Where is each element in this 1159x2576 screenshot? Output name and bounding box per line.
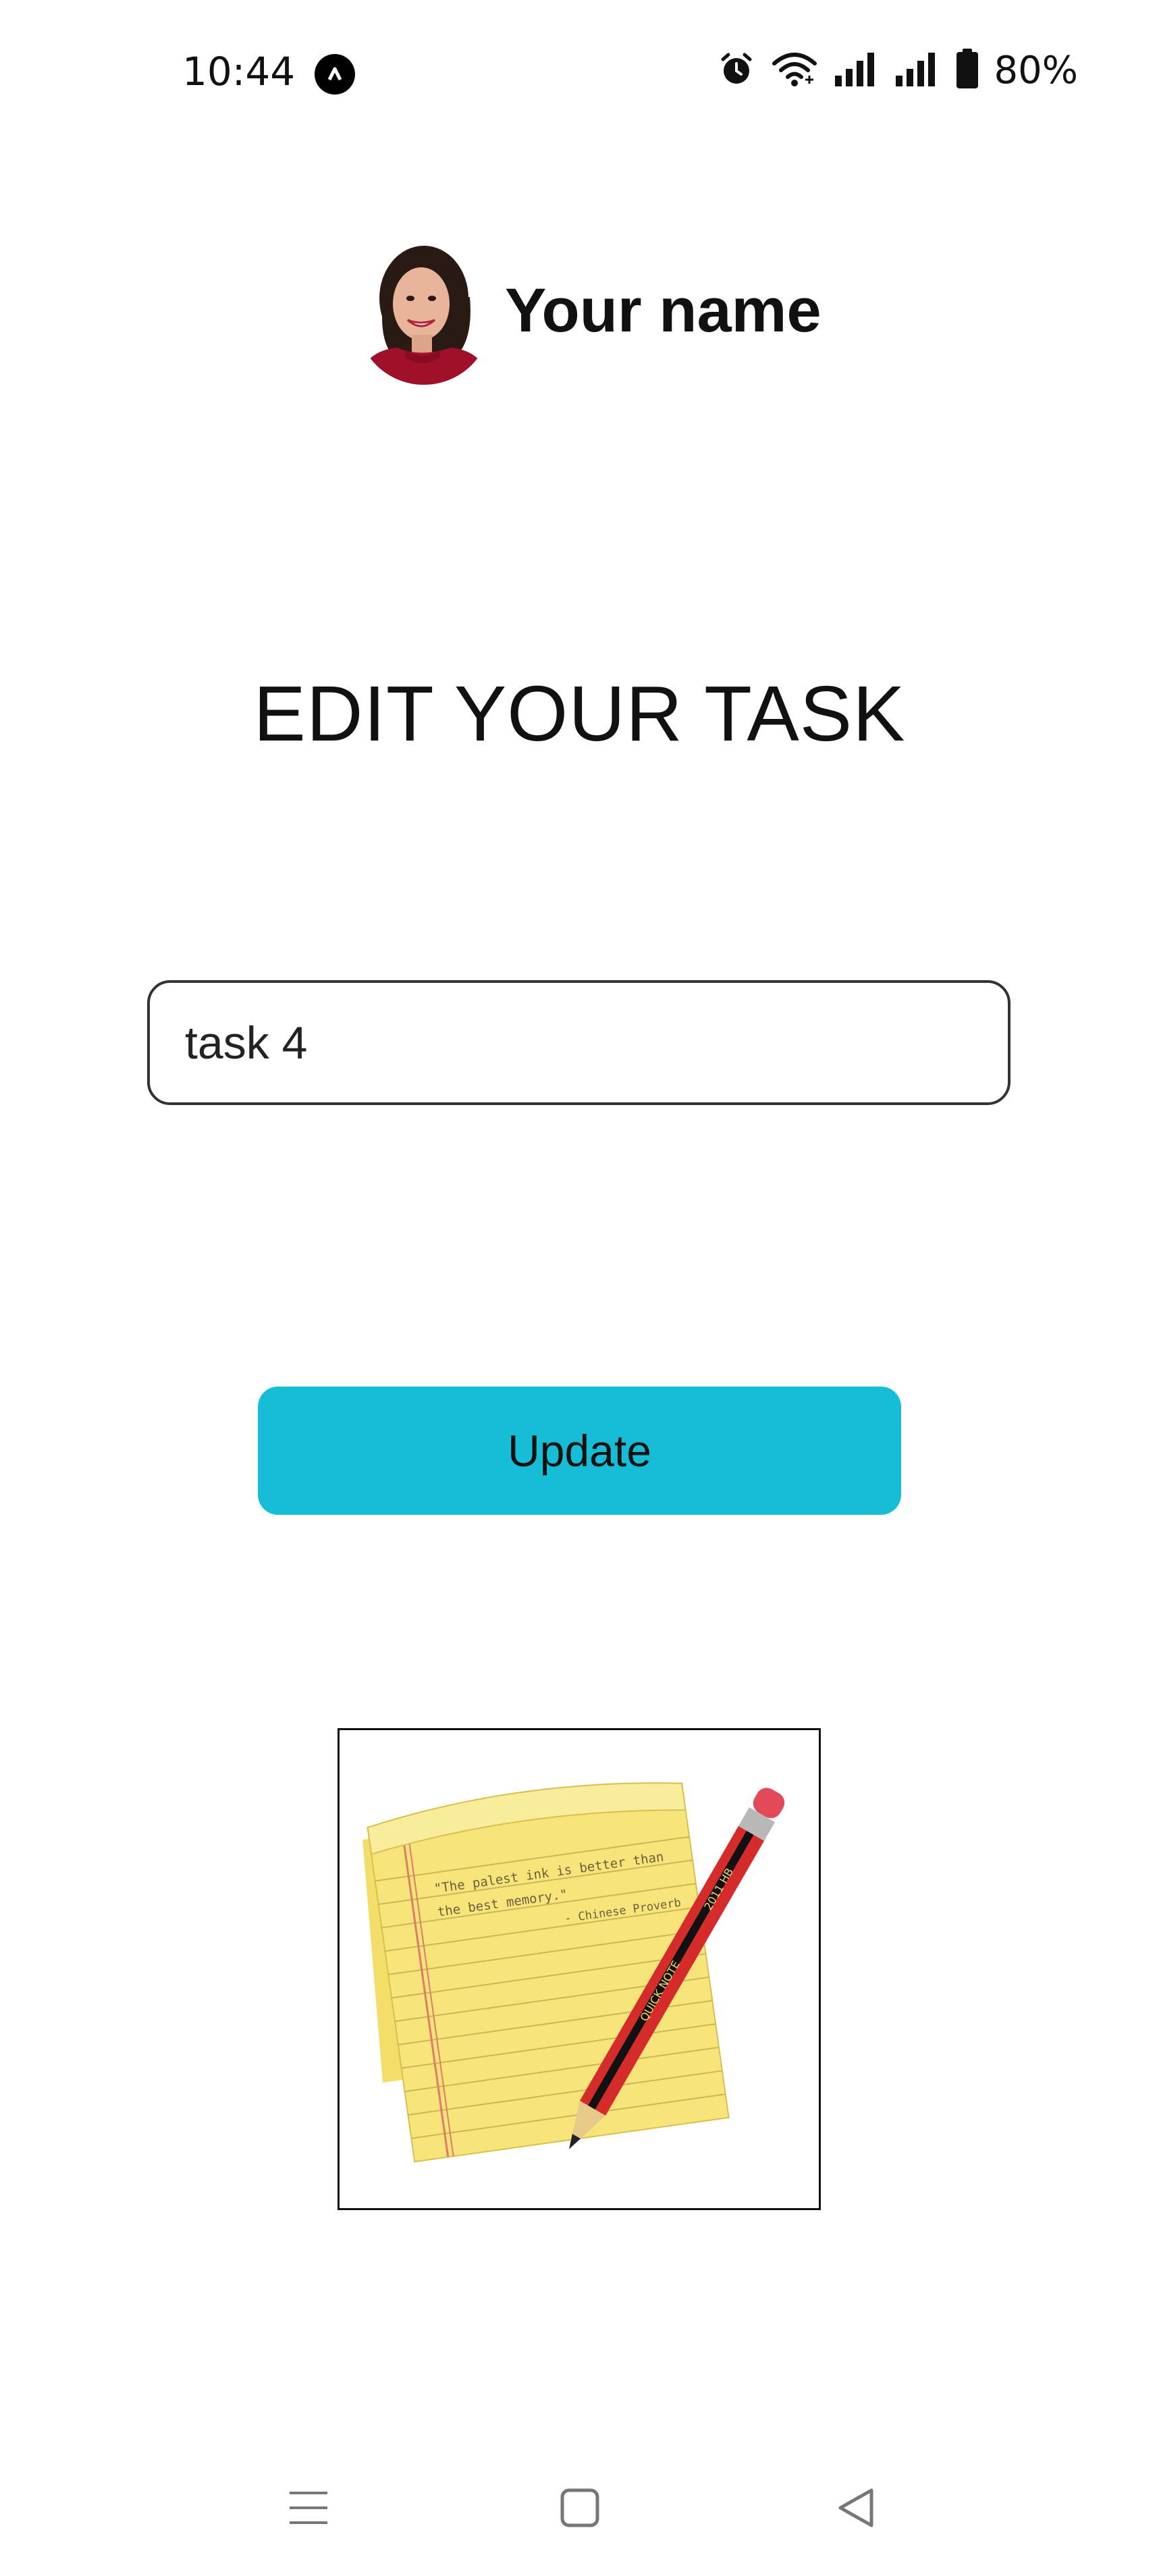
notepad-illustration: "The palest ink is better than the best …	[338, 1728, 821, 2210]
wifi-icon	[770, 50, 819, 91]
status-time: 10:44	[182, 49, 296, 95]
user-name: Your name	[505, 275, 821, 345]
signal-icon	[894, 50, 940, 91]
status-bar: 10:44 80%	[0, 0, 1159, 149]
update-button[interactable]: Update	[258, 1387, 901, 1515]
signal-icon	[834, 50, 880, 91]
task-input[interactable]	[147, 980, 1010, 1105]
app-badge-icon	[315, 54, 355, 95]
alarm-icon	[718, 50, 755, 91]
status-icons: 80%	[718, 49, 1078, 92]
profile-header: Your name	[356, 236, 821, 385]
battery-icon	[955, 49, 979, 92]
battery-percent: 80%	[994, 49, 1078, 92]
page-title: EDIT YOUR TASK	[253, 670, 906, 757]
avatar[interactable]	[356, 236, 491, 385]
home-icon[interactable]	[549, 2477, 610, 2538]
back-icon[interactable]	[826, 2477, 887, 2538]
menu-icon[interactable]	[278, 2477, 339, 2538]
system-nav-bar	[0, 2457, 1159, 2552]
